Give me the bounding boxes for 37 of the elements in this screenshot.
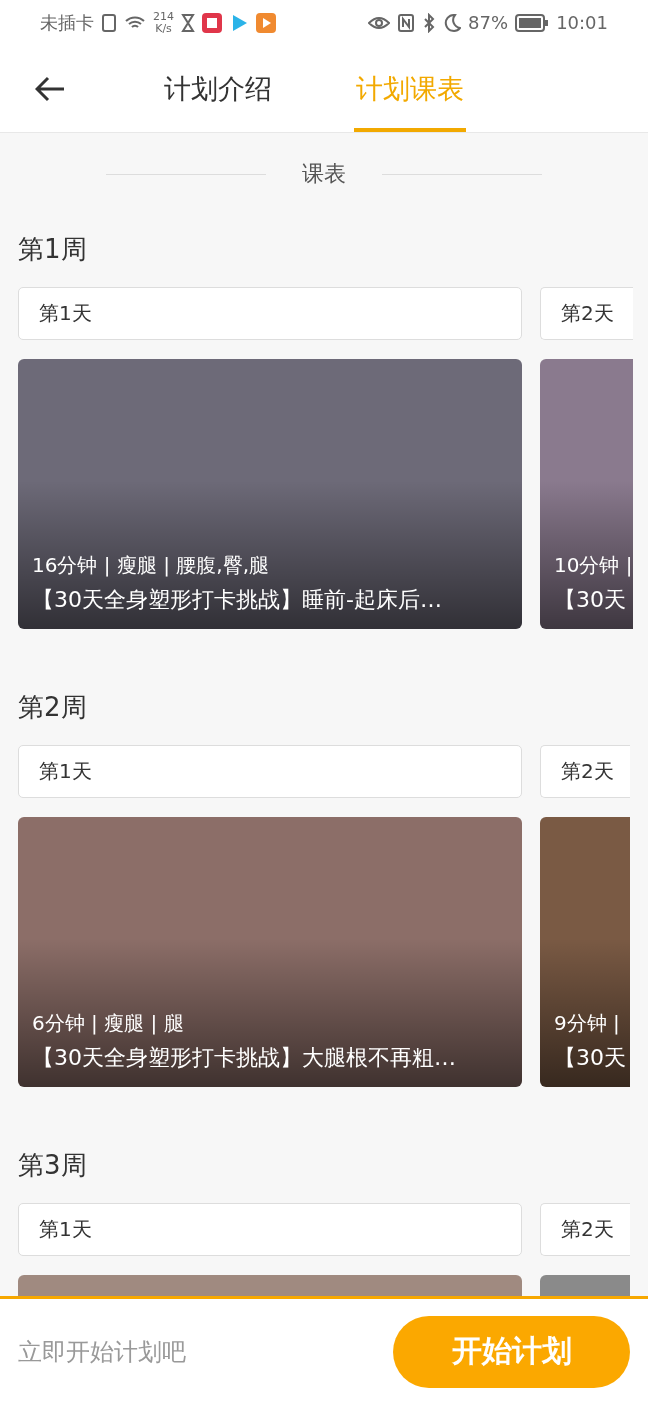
course-card[interactable]: 16分钟 | 瘦腿 | 腰腹,臀,腿 【30天全身塑形打卡挑战】睡前-起床后… <box>18 359 522 629</box>
battery-percent: 87% <box>468 12 509 33</box>
course-title: 【30天全身塑形打卡挑战】睡前-起床后… <box>32 586 443 614</box>
course-card[interactable]: 6分钟 | 瘦腿 | 腿 【30天全身塑形打卡挑战】大腿根不再粗… <box>18 817 522 1087</box>
back-arrow-icon <box>35 75 65 102</box>
clock-time: 10:01 <box>556 12 608 33</box>
hourglass-icon <box>181 12 195 33</box>
week-title: 第2周 <box>18 691 87 724</box>
sim-icon <box>101 12 117 33</box>
day-tab[interactable]: 第2天 <box>540 1203 630 1256</box>
course-meta: 6分钟 | 瘦腿 | 腿 <box>32 1010 185 1037</box>
day-tab[interactable]: 第1天 <box>18 745 522 798</box>
course-meta: 9分钟 | <box>554 1010 621 1037</box>
course-card[interactable]: 9分钟 | 【30天 <box>540 817 630 1087</box>
day-tab[interactable]: 第2天 <box>540 745 630 798</box>
course-title: 【30天 <box>554 1044 627 1072</box>
course-meta: 16分钟 | 瘦腿 | 腰腹,臀,腿 <box>32 552 271 579</box>
course-title: 【30天全身塑形打卡挑战】大腿根不再粗… <box>32 1044 457 1072</box>
course-meta: 10分钟 | <box>554 552 633 579</box>
course-title: 【30天 <box>554 586 627 614</box>
moon-icon <box>443 12 462 33</box>
battery-icon <box>515 13 550 32</box>
video-app-icon <box>256 12 276 33</box>
bluetooth-icon <box>422 12 437 33</box>
section-title: 课表 <box>302 160 346 188</box>
week-title: 第3周 <box>18 1149 87 1182</box>
day-tab[interactable]: 第1天 <box>18 287 522 340</box>
course-card[interactable]: 10分钟 | 【30天 <box>540 359 633 629</box>
day-tab[interactable]: 第1天 <box>18 1203 522 1256</box>
nav-tab[interactable]: 计划介绍 <box>162 45 274 132</box>
speed-unit: K/s <box>155 22 172 35</box>
footer-prompt: 立即开始计划吧 <box>18 1336 186 1368</box>
nfc-icon <box>397 12 416 33</box>
week-title: 第1周 <box>18 233 87 266</box>
speed-value: 214 <box>153 10 174 23</box>
day-tab[interactable]: 第2天 <box>540 287 633 340</box>
carrier-text: 未插卡 <box>40 10 94 35</box>
